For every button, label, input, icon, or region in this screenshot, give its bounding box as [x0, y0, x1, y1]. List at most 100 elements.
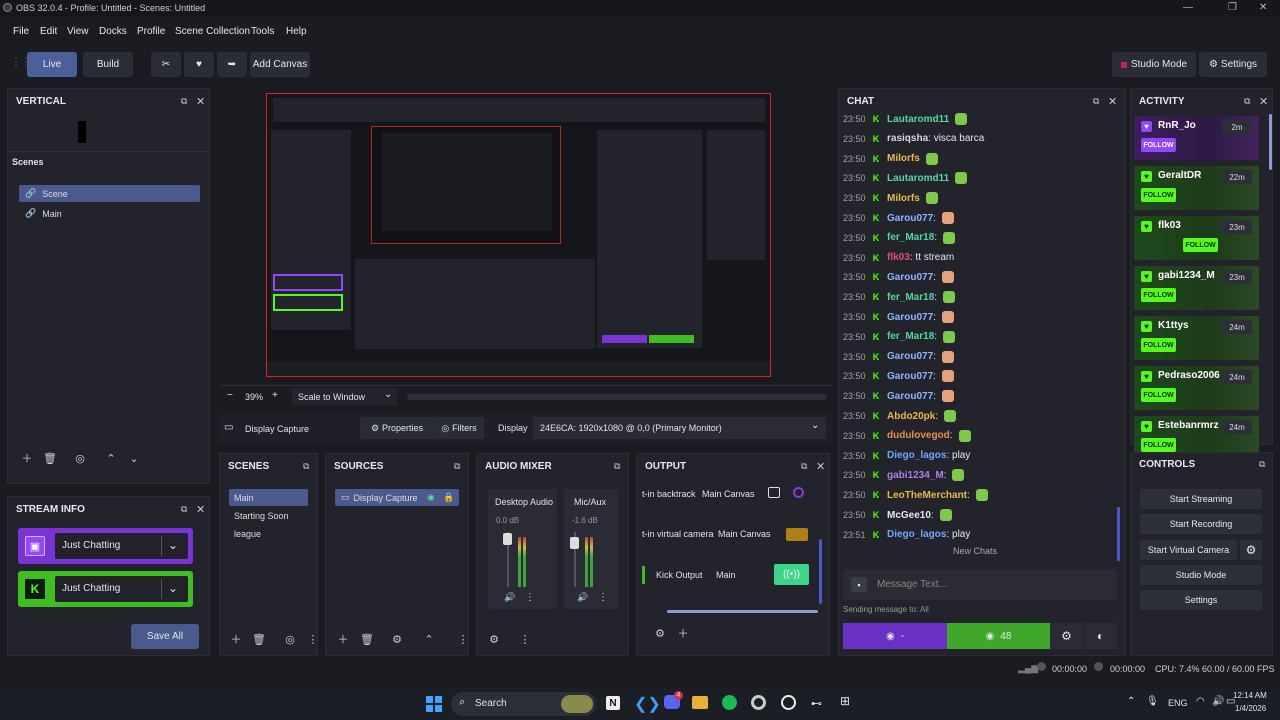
undock-icon[interactable]: ⧉ [454, 461, 460, 472]
settings-control-button[interactable]: Settings [1140, 590, 1262, 610]
speaker-icon[interactable]: 🔊 [577, 592, 588, 603]
undock-icon[interactable]: ⧉ [614, 461, 620, 472]
menu-edit[interactable]: Edit [40, 26, 57, 37]
twitch-category-select[interactable]: Just Chatting ⌄ [55, 533, 188, 559]
chat-username[interactable]: rasiqsha [887, 133, 928, 144]
scale-select[interactable]: Scale to Window ⌄ [292, 388, 397, 406]
notion-icon[interactable]: N [606, 696, 620, 710]
add-canvas-button[interactable]: Add Canvas [250, 52, 310, 77]
chat-username[interactable]: Garou077 [887, 312, 933, 323]
more-icon[interactable]: ⋮ [455, 631, 471, 647]
move-up-icon[interactable]: ⌃ [421, 631, 437, 647]
settings-button[interactable]: ⚙ Settings [1199, 52, 1267, 77]
chat-username[interactable]: Milorfs [887, 193, 920, 204]
scene-item-scene[interactable]: 🔗 Scene [19, 185, 200, 202]
speaker-icon[interactable]: 🔊 [1212, 696, 1224, 707]
chevron-down-icon[interactable]: ⌄ [168, 538, 178, 552]
properties-button[interactable]: ⚙ Properties [360, 417, 434, 439]
scene-starting-soon[interactable]: Starting Soon [229, 507, 308, 524]
chat-username[interactable]: fer_Mar18 [887, 331, 934, 342]
undock-icon[interactable]: ⧉ [1093, 96, 1099, 107]
share-icon[interactable]: ➥ [217, 52, 247, 77]
chat-username[interactable]: Diego_lagos [887, 529, 946, 540]
undock-icon[interactable]: ⧉ [1244, 96, 1250, 107]
add-icon[interactable]: ＋ [675, 625, 691, 641]
chat-username[interactable]: Milorfs [887, 153, 920, 164]
filter-icon[interactable]: ◎ [72, 450, 88, 466]
chat-username[interactable]: Lautaromd11 [887, 173, 949, 184]
trash-icon[interactable]: 🗑 [359, 631, 375, 647]
menu-help[interactable]: Help [286, 26, 307, 37]
close-icon[interactable]: ✕ [816, 460, 825, 473]
move-down-icon[interactable]: ⌄ [126, 450, 142, 466]
chat-username[interactable]: fer_Mar18 [887, 292, 934, 303]
add-icon[interactable]: ＋ [335, 631, 351, 647]
undock-icon[interactable]: ⧉ [181, 96, 187, 107]
activity-scrollbar[interactable] [1269, 114, 1272, 170]
maximize-button[interactable]: ❐ [1228, 2, 1237, 13]
chat-username[interactable]: Diego_lagos [887, 450, 946, 461]
chat-username[interactable]: fer_Mar18 [887, 232, 934, 243]
close-icon[interactable]: ✕ [1108, 95, 1117, 108]
popout-icon[interactable]: ◐ [1084, 623, 1117, 649]
start-recording-button[interactable]: Start Recording [1140, 514, 1262, 534]
virtual-camera-icon[interactable] [786, 528, 808, 541]
kick-category-select[interactable]: Just Chatting ⌄ [55, 576, 188, 602]
filters-button[interactable]: ◎ Filters [434, 417, 484, 439]
lock-icon[interactable]: 🔒 [443, 492, 454, 503]
obs-app-icon[interactable] [751, 695, 766, 710]
gear-icon[interactable]: ⚙ [486, 631, 502, 647]
chat-username[interactable]: Garou077 [887, 213, 933, 224]
filter-icon[interactable]: ◎ [282, 631, 298, 647]
trash-icon[interactable]: 🗑 [42, 450, 58, 466]
menu-file[interactable]: File [13, 26, 29, 37]
menu-tools[interactable]: Tools [251, 26, 274, 37]
chat-settings-gear-icon[interactable]: ⚙ [1050, 623, 1083, 649]
undock-icon[interactable]: ⧉ [303, 461, 309, 472]
scene-league[interactable]: league [229, 525, 308, 542]
more-icon[interactable]: ⋮ [598, 592, 608, 603]
menu-scene-collection[interactable]: Scene Collection [175, 26, 250, 37]
chat-scrollbar[interactable] [1117, 507, 1120, 561]
chat-input[interactable]: ▪ Message Text... [843, 570, 1117, 600]
studio-mode-control-button[interactable]: Studio Mode [1140, 565, 1262, 585]
language-indicator[interactable]: ENG [1168, 698, 1188, 708]
chat-username[interactable]: LeoTheMerchant [887, 490, 967, 501]
checkbox-icon[interactable] [768, 487, 780, 498]
taskbar-search[interactable]: ⌕ Search [451, 692, 596, 716]
volume-slider-handle[interactable] [570, 537, 579, 549]
trash-icon[interactable]: 🗑 [251, 631, 267, 647]
vscode-icon[interactable]: ❮❯ [634, 694, 661, 714]
spotify-icon[interactable] [722, 695, 737, 710]
clock-date[interactable]: 1/4/2026 [1235, 704, 1266, 713]
chevron-down-icon[interactable]: ⌄ [168, 581, 178, 595]
speaker-icon[interactable]: 🔊 [504, 592, 515, 603]
game-controller-icon[interactable]: ⊷ [811, 697, 822, 710]
save-all-button[interactable]: Save All [131, 624, 199, 649]
preview-canvas[interactable] [266, 93, 771, 377]
undock-icon[interactable]: ⧉ [181, 504, 187, 515]
menu-view[interactable]: View [67, 26, 89, 37]
close-icon[interactable]: ✕ [1259, 95, 1268, 108]
close-icon[interactable]: ✕ [196, 503, 205, 516]
live-button[interactable]: Live [27, 52, 77, 77]
preview-area[interactable] [219, 88, 832, 386]
tools-icon[interactable]: ✂ [151, 52, 181, 77]
minimize-button[interactable]: — [1183, 2, 1193, 13]
start-streaming-button[interactable]: Start Streaming [1140, 489, 1262, 509]
file-explorer-icon[interactable] [692, 696, 708, 709]
virtual-camera-settings-gear-icon[interactable]: ⚙ [1240, 540, 1262, 560]
source-display-capture[interactable]: ▭ Display Capture ◉ 🔒 [335, 489, 459, 506]
studio-mode-button[interactable]: Studio Mode [1112, 52, 1196, 77]
close-button[interactable]: ✕ [1259, 2, 1267, 13]
chat-username[interactable]: Garou077 [887, 272, 933, 283]
more-icon[interactable]: ⋮ [305, 631, 321, 647]
gear-icon[interactable]: ⚙ [652, 625, 668, 641]
eye-icon[interactable]: ◉ [427, 492, 435, 503]
heart-icon[interactable]: ♥ [184, 52, 214, 77]
chat-username[interactable]: Abdo20pk [887, 411, 935, 422]
zoom-out-button[interactable]: − [227, 390, 233, 401]
broadcast-toggle-button[interactable]: ((•)) [774, 564, 809, 585]
gear-icon[interactable]: ⚙ [389, 631, 405, 647]
chat-username[interactable]: Lautaromd11 [887, 114, 949, 125]
